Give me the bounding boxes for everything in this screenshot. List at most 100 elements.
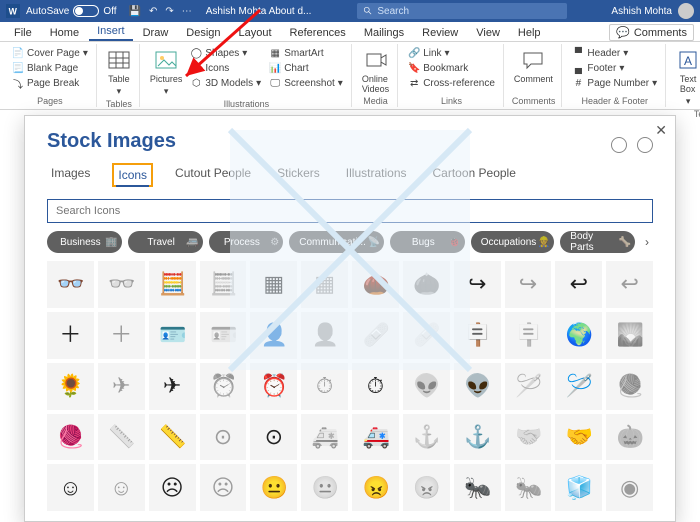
page-number-button[interactable]: #Page Number ▾: [570, 76, 659, 90]
tab-mailings[interactable]: Mailings: [356, 25, 412, 41]
header-button[interactable]: ▀Header ▾: [570, 46, 659, 60]
search-box[interactable]: Search: [357, 3, 567, 19]
blank-page-button[interactable]: 📃Blank Page: [10, 61, 90, 75]
icon-anchor[interactable]: ⚓: [454, 414, 501, 461]
icon-measure-tape[interactable]: 📏: [98, 414, 145, 461]
link-button[interactable]: 🔗Link ▾: [406, 46, 497, 60]
icon-face-angry[interactable]: 😠: [352, 464, 399, 511]
tab-layout[interactable]: Layout: [231, 25, 280, 41]
dlg-tab-icons[interactable]: Icons: [112, 163, 153, 187]
cat-process[interactable]: Process⚙: [209, 231, 284, 253]
icon-flower-field[interactable]: 🌻: [47, 363, 94, 410]
tab-insert[interactable]: Insert: [89, 23, 133, 41]
icon-alien[interactable]: 👽: [403, 363, 450, 410]
autosave-toggle[interactable]: AutoSave Off: [26, 5, 117, 17]
cross-reference-button[interactable]: ⇄Cross-reference: [406, 76, 497, 90]
comment-button[interactable]: Comment: [512, 46, 555, 86]
icon-contact-card[interactable]: 👤: [301, 312, 348, 359]
tab-design[interactable]: Design: [178, 25, 228, 41]
icon-abacus[interactable]: 🧮: [200, 261, 247, 308]
chart-button[interactable]: 📊Chart: [267, 61, 345, 75]
dlg-tab-images[interactable]: Images: [47, 163, 94, 187]
icon-alarm-ring[interactable]: ⏱: [301, 363, 348, 410]
icon-acorn[interactable]: 🌰: [352, 261, 399, 308]
text-box-button[interactable]: A Text Box▾: [674, 46, 700, 109]
qat-more-icon[interactable]: ⋯: [182, 6, 192, 17]
tab-home[interactable]: Home: [42, 25, 87, 41]
cat-travel[interactable]: Travel🚐: [128, 231, 203, 253]
icon-id-card[interactable]: 🪪: [149, 312, 196, 359]
close-icon[interactable]: ✕: [655, 122, 667, 139]
icon-africa[interactable]: 🌍: [555, 312, 602, 359]
icon-face-happy[interactable]: ☺: [47, 464, 94, 511]
icon-turn-left[interactable]: ↩: [606, 261, 653, 308]
table-button[interactable]: Table▾: [105, 46, 133, 99]
icon-pumpkin[interactable]: 🎃: [606, 414, 653, 461]
3d-models-button[interactable]: ⬡3D Models ▾: [188, 76, 263, 90]
tab-review[interactable]: Review: [414, 25, 466, 41]
feedback-happy-icon[interactable]: [611, 137, 627, 153]
tab-file[interactable]: File: [6, 25, 40, 41]
online-videos-button[interactable]: Online Videos: [360, 46, 391, 96]
avatar[interactable]: [678, 3, 694, 19]
icon-hands[interactable]: 🤝: [505, 414, 552, 461]
icon-face-meh[interactable]: 😐: [250, 464, 297, 511]
icon-airplane[interactable]: ✈: [149, 363, 196, 410]
footer-button[interactable]: ▄Footer ▾: [570, 61, 659, 75]
icon-turn-left[interactable]: ↩: [555, 261, 602, 308]
icon-plus[interactable]: ＋: [98, 312, 145, 359]
icon-yarn[interactable]: 🧶: [47, 414, 94, 461]
icon-bandage[interactable]: 🩹: [403, 312, 450, 359]
icon-face-happy[interactable]: ☺: [98, 464, 145, 511]
icon-turn-right[interactable]: ↪: [454, 261, 501, 308]
icon-turn-right[interactable]: ↪: [505, 261, 552, 308]
icon-button-dots[interactable]: ⊙: [200, 414, 247, 461]
pictures-button[interactable]: Pictures▾: [148, 46, 185, 99]
feedback-sad-icon[interactable]: [637, 137, 653, 153]
tab-references[interactable]: References: [282, 25, 354, 41]
icon-face-sad[interactable]: ☹: [200, 464, 247, 511]
icon-glasses-3d[interactable]: 👓: [47, 261, 94, 308]
cover-page-button[interactable]: 📄Cover Page ▾: [10, 46, 90, 60]
icon-bandage[interactable]: 🩹: [352, 312, 399, 359]
icon-abacus[interactable]: 🧮: [149, 261, 196, 308]
icon-glasses-3d[interactable]: 👓: [98, 261, 145, 308]
redo-icon[interactable]: ↷: [165, 6, 173, 17]
dlg-tab-stickers[interactable]: Stickers: [273, 163, 324, 187]
icons-button[interactable]: ✿Icons: [188, 61, 263, 75]
icon-airplane[interactable]: ✈: [98, 363, 145, 410]
icon-aperture[interactable]: ◉: [606, 464, 653, 511]
tab-view[interactable]: View: [468, 25, 508, 41]
icon-hands[interactable]: 🤝: [555, 414, 602, 461]
cat-business[interactable]: Business🏢: [47, 231, 122, 253]
comments-button[interactable]: 💬Comments: [609, 24, 694, 41]
smartart-button[interactable]: ▦SmartArt: [267, 46, 345, 60]
categories-next-icon[interactable]: ›: [641, 235, 653, 249]
user-name[interactable]: Ashish Mohta: [611, 6, 672, 17]
icon-alarm-clock[interactable]: ⏰: [200, 363, 247, 410]
icon-abacus-grid[interactable]: ▦: [250, 261, 297, 308]
undo-icon[interactable]: ↶: [149, 6, 157, 17]
page-break-button[interactable]: ⤵Page Break: [10, 76, 90, 90]
icon-alarm-ring[interactable]: ⏱: [352, 363, 399, 410]
icon-abacus-grid[interactable]: ▦: [301, 261, 348, 308]
cat-bugs[interactable]: Bugs🐞: [390, 231, 465, 253]
icon-acorn[interactable]: 🌰: [403, 261, 450, 308]
save-icon[interactable]: 💾: [129, 6, 141, 17]
icon-measure-tape[interactable]: 📏: [149, 414, 196, 461]
icon-face-meh[interactable]: 😐: [301, 464, 348, 511]
cat-occupations[interactable]: Occupations👷: [471, 231, 555, 253]
icon-needle[interactable]: 🪡: [505, 363, 552, 410]
icon-field[interactable]: 🌄: [606, 312, 653, 359]
tab-help[interactable]: Help: [510, 25, 549, 41]
dlg-tab-cutout[interactable]: Cutout People: [171, 163, 255, 187]
icon-ambulance[interactable]: 🚑: [301, 414, 348, 461]
icon-billboard[interactable]: 🪧: [505, 312, 552, 359]
bookmark-button[interactable]: 🔖Bookmark: [406, 61, 497, 75]
icon-button-dots[interactable]: ⊙: [250, 414, 297, 461]
icon-needle[interactable]: 🪡: [555, 363, 602, 410]
icon-id-card[interactable]: 🪪: [200, 312, 247, 359]
icon-ant[interactable]: 🐜: [454, 464, 501, 511]
icon-plus[interactable]: ＋: [47, 312, 94, 359]
icon-face-sad[interactable]: ☹: [149, 464, 196, 511]
